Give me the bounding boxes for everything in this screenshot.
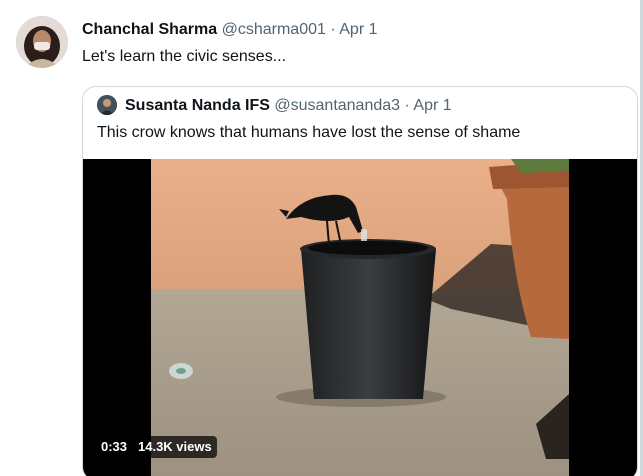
quoted-tweet-date[interactable]: Apr 1 [413,97,451,114]
quoted-author-avatar[interactable] [97,95,117,115]
video-player[interactable]: 0:33 14.3K views [83,159,637,476]
tweet[interactable]: Chanchal Sharma @csharma001 · Apr 1 Let'… [0,0,643,476]
author-avatar[interactable] [16,16,68,68]
quoted-tweet-header: Susanta Nanda IFS @susantananda3 · Apr 1 [125,95,452,117]
video-frame [151,159,569,476]
tweet-text: Let's learn the civic senses... [82,48,287,65]
tweet-header: Chanchal Sharma @csharma001 · Apr 1 [82,19,378,41]
quoted-avatar-photo [97,95,117,115]
quoted-tweet-text: This crow knows that humans have lost th… [97,124,521,141]
avatar-photo [16,16,68,68]
author-handle[interactable]: @csharma001 [222,21,326,38]
tweet-date[interactable]: Apr 1 [339,21,377,38]
quoted-author-handle[interactable]: @susantananda3 [274,97,400,114]
header-separator: · [330,21,336,38]
quoted-tweet[interactable]: Susanta Nanda IFS @susantananda3 · Apr 1… [82,86,638,476]
quoted-author-name[interactable]: Susanta Nanda IFS [125,97,270,114]
video-views-badge: 14.3K views [133,436,217,458]
video-duration-badge: 0:33 [96,436,133,458]
quoted-header-separator: · [404,97,410,114]
author-name[interactable]: Chanchal Sharma [82,21,217,38]
